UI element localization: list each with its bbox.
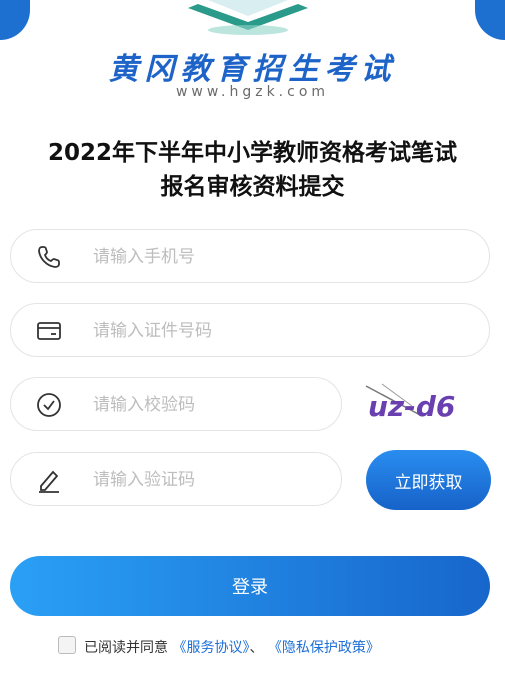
agreement-separator: 、: [249, 640, 264, 656]
check-circle-icon: [37, 393, 61, 417]
login-button[interactable]: 登录: [10, 556, 490, 616]
agreement-prefix: 已阅读并同意: [84, 640, 168, 656]
logo-illustration: [188, 0, 308, 35]
phone-field[interactable]: [10, 229, 490, 284]
get-code-button[interactable]: 立即获取: [366, 450, 491, 510]
captcha-text: uz-d6: [368, 390, 455, 423]
phone-icon: [38, 246, 60, 268]
background-corner-right: [475, 0, 505, 40]
brand-name: 黄冈教育招生考试: [108, 52, 397, 87]
title-line-1: 2022年下半年中小学教师资格考试笔试: [47, 140, 457, 166]
background-corner-left: [0, 0, 30, 40]
sms-code-field[interactable]: [10, 452, 342, 507]
pencil-icon: [39, 470, 59, 493]
page-title: 2022年下半年中小学教师资格考试笔试 报名审核资料提交: [0, 136, 505, 204]
id-number-input[interactable]: [91, 304, 473, 358]
agree-checkbox[interactable]: [58, 636, 76, 654]
service-agreement-link[interactable]: 《服务协议》: [172, 640, 249, 656]
login-card: 黄冈教育招生考试 www.hgzk.com 2022年下半年中小学教师资格考试笔…: [0, 0, 505, 676]
id-field[interactable]: [10, 303, 490, 358]
id-card-icon: [37, 322, 61, 340]
check-code-input[interactable]: [91, 378, 325, 432]
privacy-policy-link[interactable]: 《隐私保护政策》: [268, 640, 380, 656]
brand-domain: www.hgzk.com: [175, 84, 330, 100]
title-line-2: 报名审核资料提交: [160, 174, 345, 200]
agreement-row: 已阅读并同意 《服务协议》、 《隐私保护政策》: [58, 636, 380, 657]
captcha-image[interactable]: uz-d6: [362, 376, 490, 430]
phone-input[interactable]: [91, 230, 473, 284]
sms-code-input[interactable]: [91, 453, 325, 507]
check-code-field[interactable]: [10, 377, 342, 432]
